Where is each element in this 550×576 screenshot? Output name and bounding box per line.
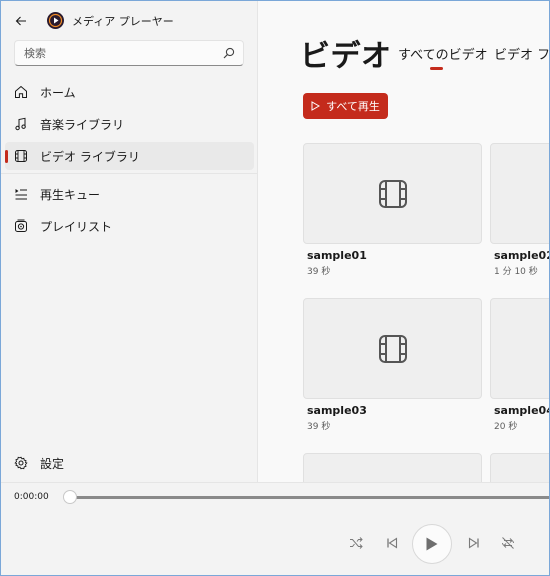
video-duration: 39 秒 (307, 267, 331, 277)
search-icon[interactable] (222, 46, 236, 60)
player-bar: 0:00:00 (1, 482, 549, 575)
video-duration: 20 秒 (494, 422, 518, 432)
video-thumbnail[interactable] (490, 143, 549, 244)
seek-bar[interactable] (70, 496, 549, 499)
play-all-label: すべて再生 (326, 100, 380, 113)
sidebar-item-video-library[interactable]: ビデオ ライブラリ (5, 142, 254, 170)
playlist-icon (13, 218, 29, 234)
seek-bar-thumb[interactable] (63, 490, 77, 504)
play-all-button[interactable]: すべて再生 (303, 93, 388, 119)
video-thumbnail[interactable] (303, 143, 482, 244)
sidebar: メディア プレーヤー ホーム 音楽ライブラリ ビデオ ライブラリ (1, 1, 258, 482)
main-content: ビデオ すべてのビデオ ビデオ フォ すべて再生 sample01 39 秒 s… (258, 1, 549, 482)
selection-indicator (5, 150, 8, 163)
search-input[interactable] (24, 45, 214, 61)
sidebar-item-music-library[interactable]: 音楽ライブラリ (5, 110, 254, 138)
skip-previous-icon (387, 537, 398, 549)
next-button[interactable] (466, 535, 482, 551)
video-title[interactable]: sample03 (307, 404, 367, 417)
sidebar-item-label: プレイリスト (40, 220, 113, 234)
sidebar-item-label: ビデオ ライブラリ (40, 150, 140, 164)
back-button[interactable] (11, 11, 31, 31)
sidebar-item-label: 再生キュー (40, 188, 101, 202)
film-icon (13, 148, 29, 164)
sidebar-item-home[interactable]: ホーム (5, 78, 254, 106)
play-outline-icon (311, 101, 321, 111)
play-icon (426, 537, 438, 551)
video-thumbnail[interactable] (303, 298, 482, 399)
previous-button[interactable] (384, 535, 400, 551)
sidebar-item-play-queue[interactable]: 再生キュー (5, 180, 254, 208)
music-note-icon (13, 116, 29, 132)
search-box[interactable] (14, 40, 244, 66)
sidebar-divider (1, 173, 258, 174)
film-icon (378, 179, 407, 208)
video-duration: 39 秒 (307, 422, 331, 432)
film-icon (378, 334, 407, 363)
media-player-window: メディア プレーヤー ホーム 音楽ライブラリ ビデオ ライブラリ (0, 0, 550, 576)
elapsed-time: 0:00:00 (14, 492, 49, 502)
video-title[interactable]: sample04 (494, 404, 549, 417)
tab-all-videos[interactable]: すべてのビデオ (398, 44, 488, 63)
video-thumbnail[interactable] (303, 453, 482, 482)
sidebar-item-label: ホーム (40, 86, 76, 100)
tab-video-folders[interactable]: ビデオ フォ (494, 44, 549, 63)
page-title: ビデオ (300, 39, 392, 74)
sidebar-item-settings[interactable]: 設定 (5, 449, 254, 477)
sidebar-item-playlists[interactable]: プレイリスト (5, 212, 254, 240)
shuffle-icon (350, 537, 363, 549)
sidebar-item-label: 設定 (40, 457, 65, 471)
video-title[interactable]: sample01 (307, 249, 367, 262)
video-title[interactable]: sample02 (494, 249, 549, 262)
repeat-off-icon (502, 537, 514, 549)
shuffle-button[interactable] (348, 535, 364, 551)
queue-icon (13, 186, 29, 202)
video-thumbnail[interactable] (490, 298, 549, 399)
video-duration: 1 分 10 秒 (494, 267, 538, 277)
skip-next-icon (468, 537, 479, 549)
sidebar-item-label: 音楽ライブラリ (40, 118, 125, 132)
home-icon (13, 84, 29, 100)
title-bar: メディア プレーヤー (1, 1, 258, 39)
app-title: メディア プレーヤー (72, 15, 174, 28)
tab-selected-indicator (430, 67, 443, 70)
app-logo-icon (47, 12, 64, 29)
video-thumbnail[interactable] (490, 453, 549, 482)
play-button[interactable] (412, 524, 452, 564)
back-arrow-icon (15, 16, 26, 26)
repeat-button[interactable] (500, 535, 516, 551)
gear-icon (13, 455, 29, 471)
